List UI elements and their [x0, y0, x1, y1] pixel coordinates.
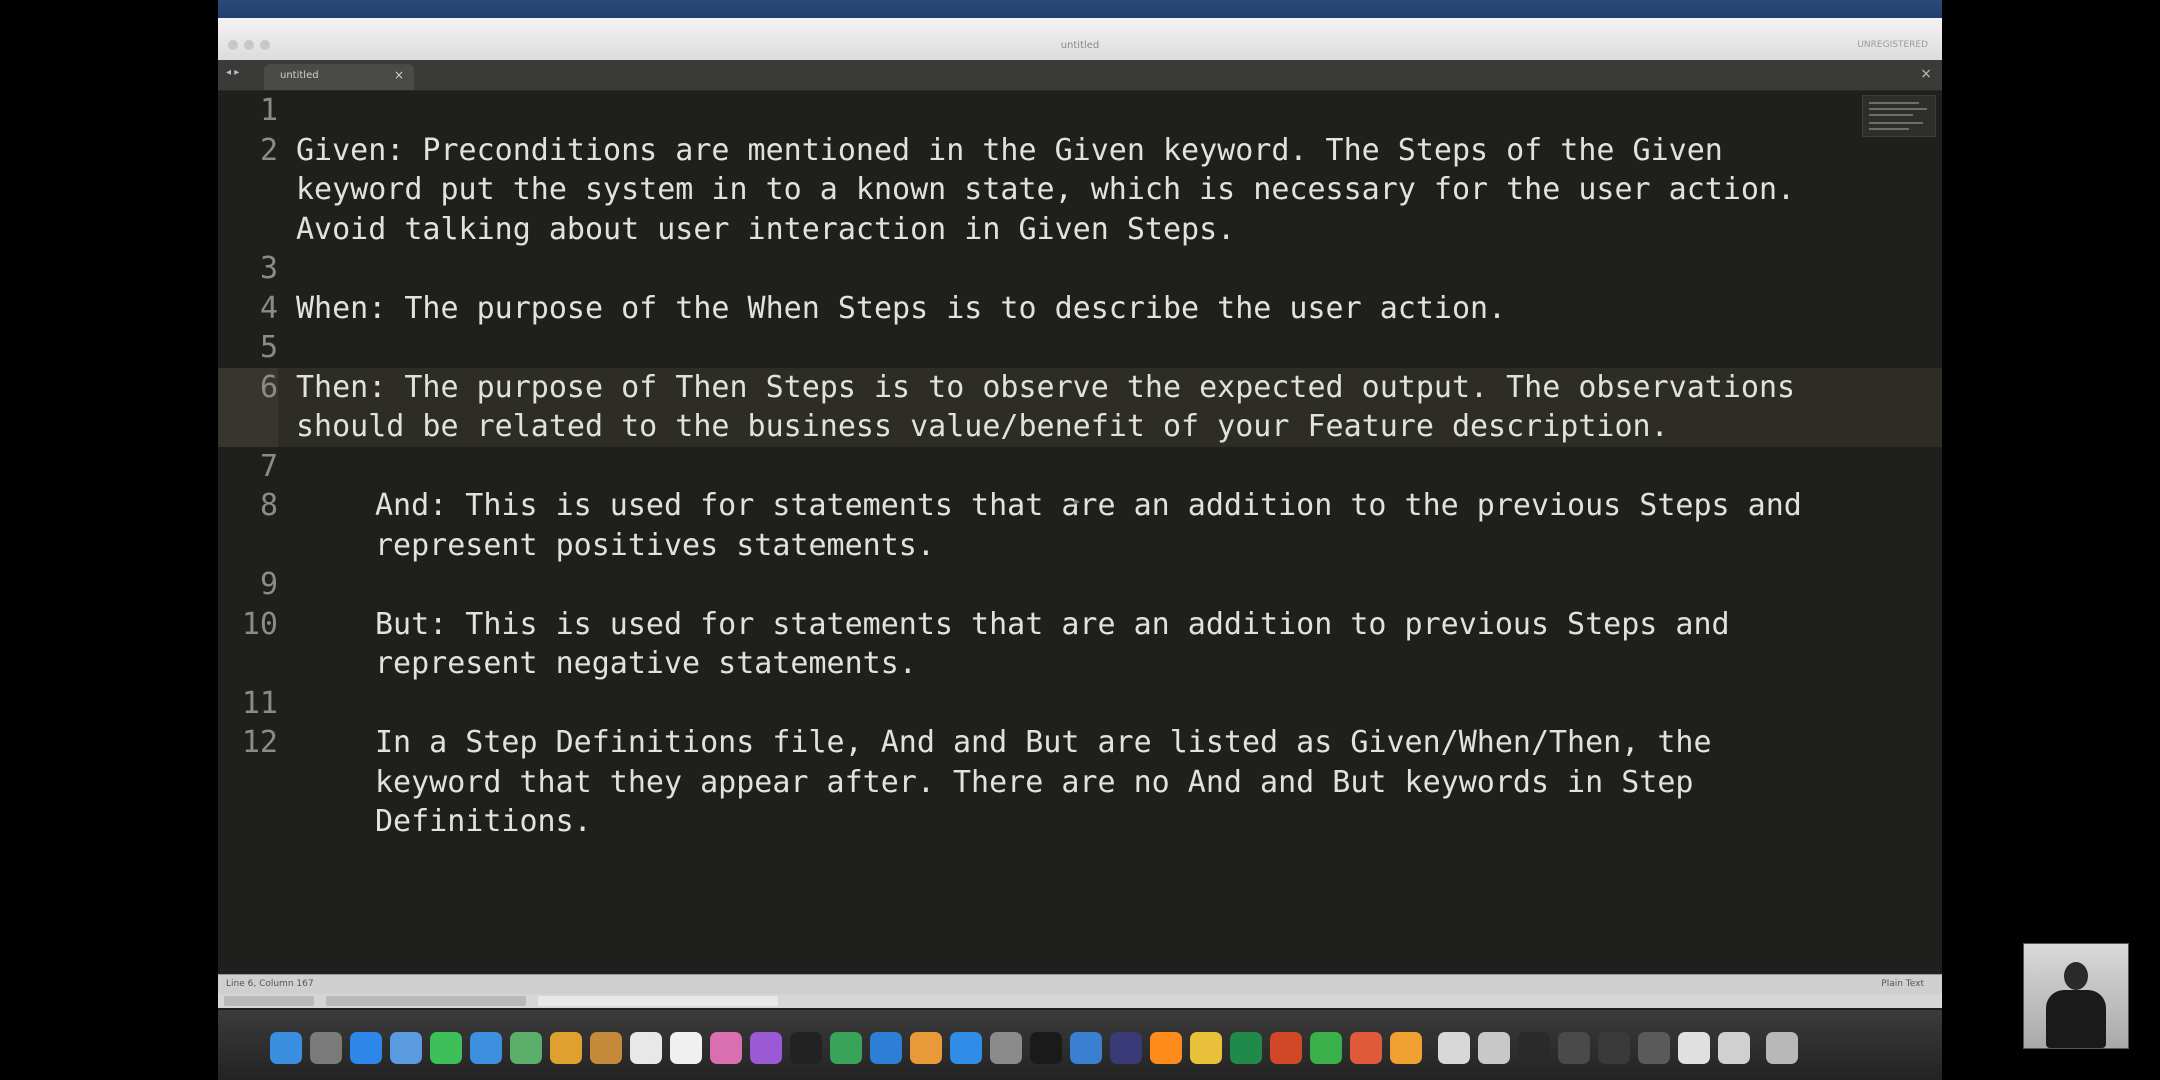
code-line[interactable]: 11 [218, 684, 1942, 724]
trash-icon[interactable] [1766, 1032, 1798, 1064]
line-number: 8 [259, 488, 278, 523]
maps-icon[interactable] [510, 1032, 542, 1064]
line-text [278, 91, 1942, 131]
line-text [278, 249, 1942, 289]
podcasts-icon[interactable] [750, 1032, 782, 1064]
line-number: 12 [241, 725, 278, 760]
line-text: When: The purpose of the When Steps is t… [296, 290, 1507, 326]
line-number: 11 [241, 685, 278, 721]
code-line[interactable]: 7 [218, 447, 1942, 487]
settings-icon[interactable] [990, 1032, 1022, 1064]
window-thumb-icon[interactable] [1678, 1032, 1710, 1064]
code-line[interactable]: 5 [218, 328, 1942, 368]
line-text [278, 447, 1942, 487]
window-thumb-icon[interactable] [1718, 1032, 1750, 1064]
chrome-canary-icon[interactable] [1190, 1032, 1222, 1064]
code-line[interactable]: 10 But: This is used for statements that … [218, 605, 1942, 684]
code-line[interactable]: 4 When: The purpose of the When Steps is … [218, 289, 1942, 329]
code-line[interactable]: 6 Then: The purpose of Then Steps is to o… [218, 367, 1942, 447]
strip-item[interactable] [224, 996, 314, 1006]
sublime-icon[interactable] [1150, 1032, 1182, 1064]
folder-icon[interactable] [590, 1032, 622, 1064]
dock [218, 1010, 1942, 1080]
line-number: 6 [218, 367, 278, 447]
tab-label: untitled [280, 70, 319, 81]
window-thumb-icon[interactable] [1558, 1032, 1590, 1064]
line-number: 1 [259, 93, 278, 128]
presenter-body [2046, 990, 2106, 1048]
line-number: 3 [259, 251, 278, 286]
reminders-icon[interactable] [670, 1032, 702, 1064]
camtasia-icon[interactable] [1310, 1032, 1342, 1064]
messages-icon[interactable] [430, 1032, 462, 1064]
window-strip [218, 994, 1942, 1008]
line-text [278, 328, 1942, 368]
code-line[interactable]: 1 [218, 91, 1942, 131]
strip-item[interactable] [538, 996, 778, 1006]
powerpoint-icon[interactable] [1270, 1032, 1302, 1064]
tab-close-icon[interactable]: × [394, 68, 404, 82]
line-number: 2 [259, 132, 278, 168]
pages-icon[interactable] [910, 1032, 942, 1064]
window-thumb-icon[interactable] [1598, 1032, 1630, 1064]
code-editor[interactable]: 1 2 Given: Preconditions are mentioned in … [218, 91, 1942, 974]
chrome-icon[interactable] [550, 1032, 582, 1064]
code-lines: 1 2 Given: Preconditions are mentioned in … [218, 91, 1942, 842]
line-text: Then: The purpose of Then Steps is to ob… [296, 369, 1814, 445]
code-line[interactable]: 2 Given: Preconditions are mentioned in t… [218, 131, 1942, 250]
window-titlebar: untitled UNREGISTERED [218, 18, 1942, 61]
line-text [278, 565, 1942, 605]
keynote-icon[interactable] [870, 1032, 902, 1064]
photos-icon[interactable] [710, 1032, 742, 1064]
calendar-icon[interactable] [630, 1032, 662, 1064]
menu-bar [218, 0, 1942, 18]
appstore-icon[interactable] [950, 1032, 982, 1064]
mail-icon[interactable] [470, 1032, 502, 1064]
status-bar: Line 6, Column 167 Plain Text [218, 974, 1942, 995]
line-number: 10 [241, 606, 278, 642]
numbers-icon[interactable] [830, 1032, 862, 1064]
mouse-cursor-icon: ▸ [1074, 494, 1081, 508]
line-text [278, 684, 1942, 724]
strip-item[interactable] [326, 996, 526, 1006]
close-icon[interactable]: × [1920, 66, 1932, 82]
window-thumb-icon[interactable] [1638, 1032, 1670, 1064]
line-number: 5 [259, 330, 278, 365]
window-thumb-icon[interactable] [1518, 1032, 1550, 1064]
tv-icon[interactable] [790, 1032, 822, 1064]
tab-untitled[interactable]: untitled × [264, 64, 414, 90]
line-text: But: This is used for statements that ar… [375, 606, 1748, 682]
orange-app-icon[interactable] [1390, 1032, 1422, 1064]
presenter-head [2064, 962, 2088, 990]
safari-icon[interactable] [350, 1032, 382, 1064]
browser-icon[interactable] [1350, 1032, 1382, 1064]
window-thumb-icon[interactable] [1478, 1032, 1510, 1064]
excel-icon[interactable] [1230, 1032, 1262, 1064]
tab-scroll-arrows-icon[interactable]: ◂ ▸ [226, 67, 239, 78]
line-number: 9 [259, 567, 278, 602]
line-number: 4 [259, 290, 278, 326]
code-line[interactable]: 12 In a Step Definitions file, And and Bu… [218, 723, 1942, 842]
terminal-icon[interactable] [1030, 1032, 1062, 1064]
line-text: And: This is used for statements that ar… [375, 488, 1820, 563]
tab-bar: ◂ ▸ untitled × × [218, 60, 1942, 91]
syntax-selector[interactable]: Plain Text [1881, 979, 1924, 989]
line-text: Given: Preconditions are mentioned in th… [296, 132, 1814, 247]
launchpad-icon[interactable] [310, 1032, 342, 1064]
code-line[interactable]: 9 [218, 565, 1942, 605]
code-line[interactable]: 3 [218, 249, 1942, 289]
unregistered-label: UNREGISTERED [1857, 40, 1928, 50]
eclipse-icon[interactable] [1110, 1032, 1142, 1064]
line-number: 7 [259, 448, 278, 484]
finder-icon[interactable] [270, 1032, 302, 1064]
notes-icon[interactable] [390, 1032, 422, 1064]
webcam-overlay [2023, 943, 2129, 1049]
window-thumb-icon[interactable] [1438, 1032, 1470, 1064]
xcode-icon[interactable] [1070, 1032, 1102, 1064]
cursor-position: Line 6, Column 167 [226, 979, 314, 989]
line-text: In a Step Definitions file, And and But … [375, 725, 1730, 839]
window-title: untitled [1060, 40, 1100, 51]
screen-recording: untitled UNREGISTERED ◂ ▸ untitled × × 1… [218, 0, 1942, 1080]
